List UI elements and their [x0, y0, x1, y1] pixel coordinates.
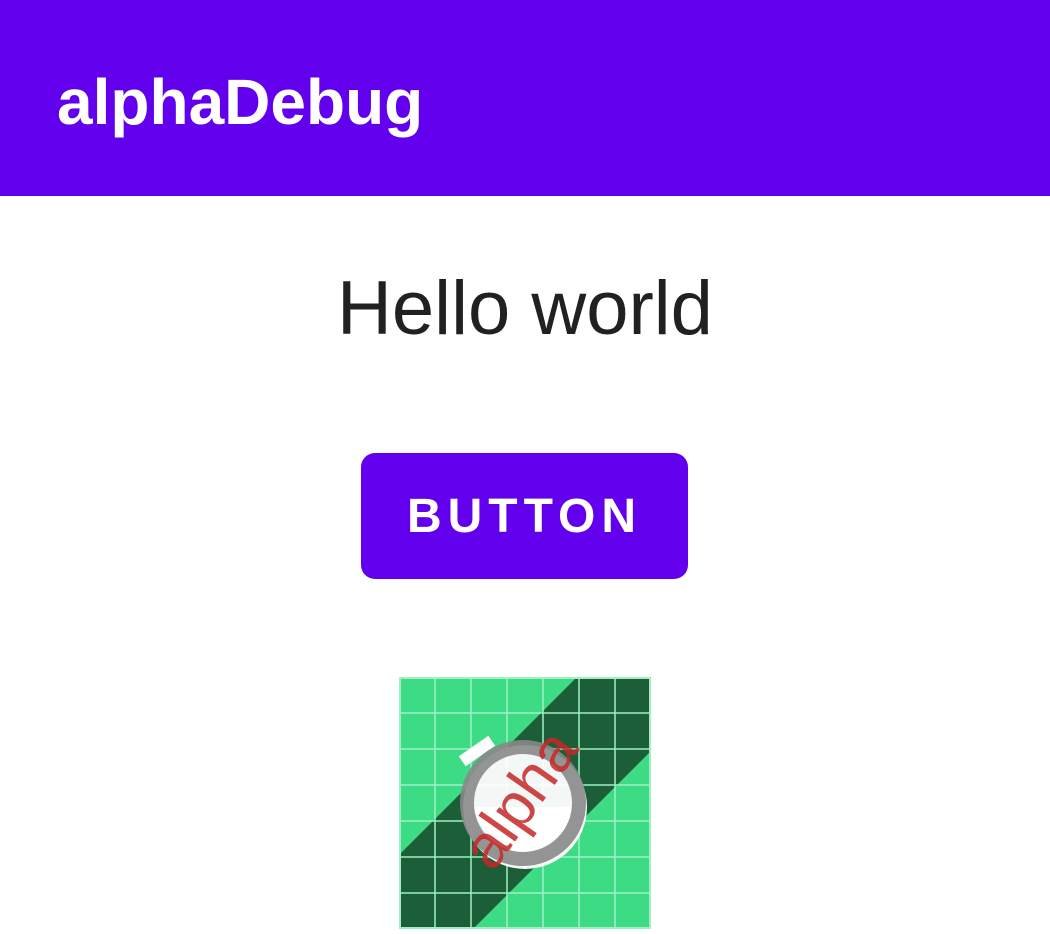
greeting-text: Hello world [337, 266, 713, 351]
app-bar: alphaDebug [0, 0, 1050, 196]
main-content: Hello world BUTTON alpha [0, 196, 1050, 929]
app-title: alphaDebug [57, 66, 424, 138]
alpha-launcher-icon: alpha [399, 677, 651, 929]
main-button[interactable]: BUTTON [361, 453, 688, 579]
